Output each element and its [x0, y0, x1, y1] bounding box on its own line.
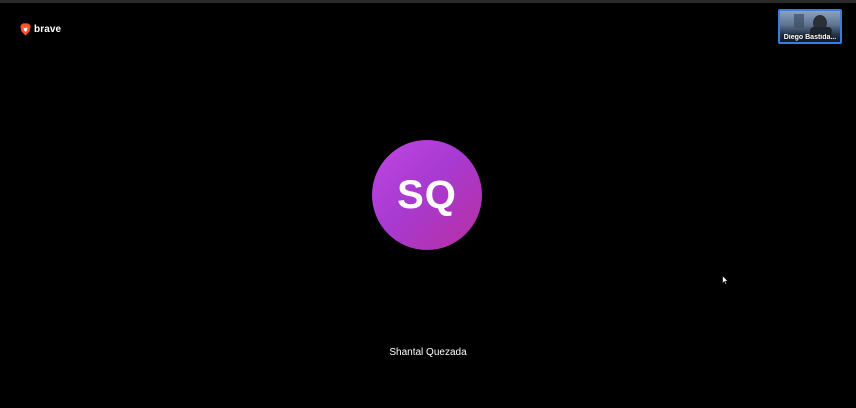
meeting-stage: brave SQ Shantal Quezada Diego Bastida..…	[0, 0, 856, 408]
participant-name-label: Shantal Quezada	[389, 347, 467, 358]
self-view-name: Diego Bastida...	[783, 34, 837, 41]
window-top-edge	[0, 0, 856, 3]
brave-lion-icon	[20, 23, 31, 36]
participant-avatar: SQ	[372, 140, 482, 250]
mouse-pointer-icon	[722, 272, 729, 290]
brave-logo: brave	[20, 23, 61, 36]
self-view-thumbnail[interactable]: Diego Bastida...	[778, 9, 842, 44]
avatar-initials: SQ	[397, 172, 457, 217]
brand-name: brave	[34, 24, 62, 35]
